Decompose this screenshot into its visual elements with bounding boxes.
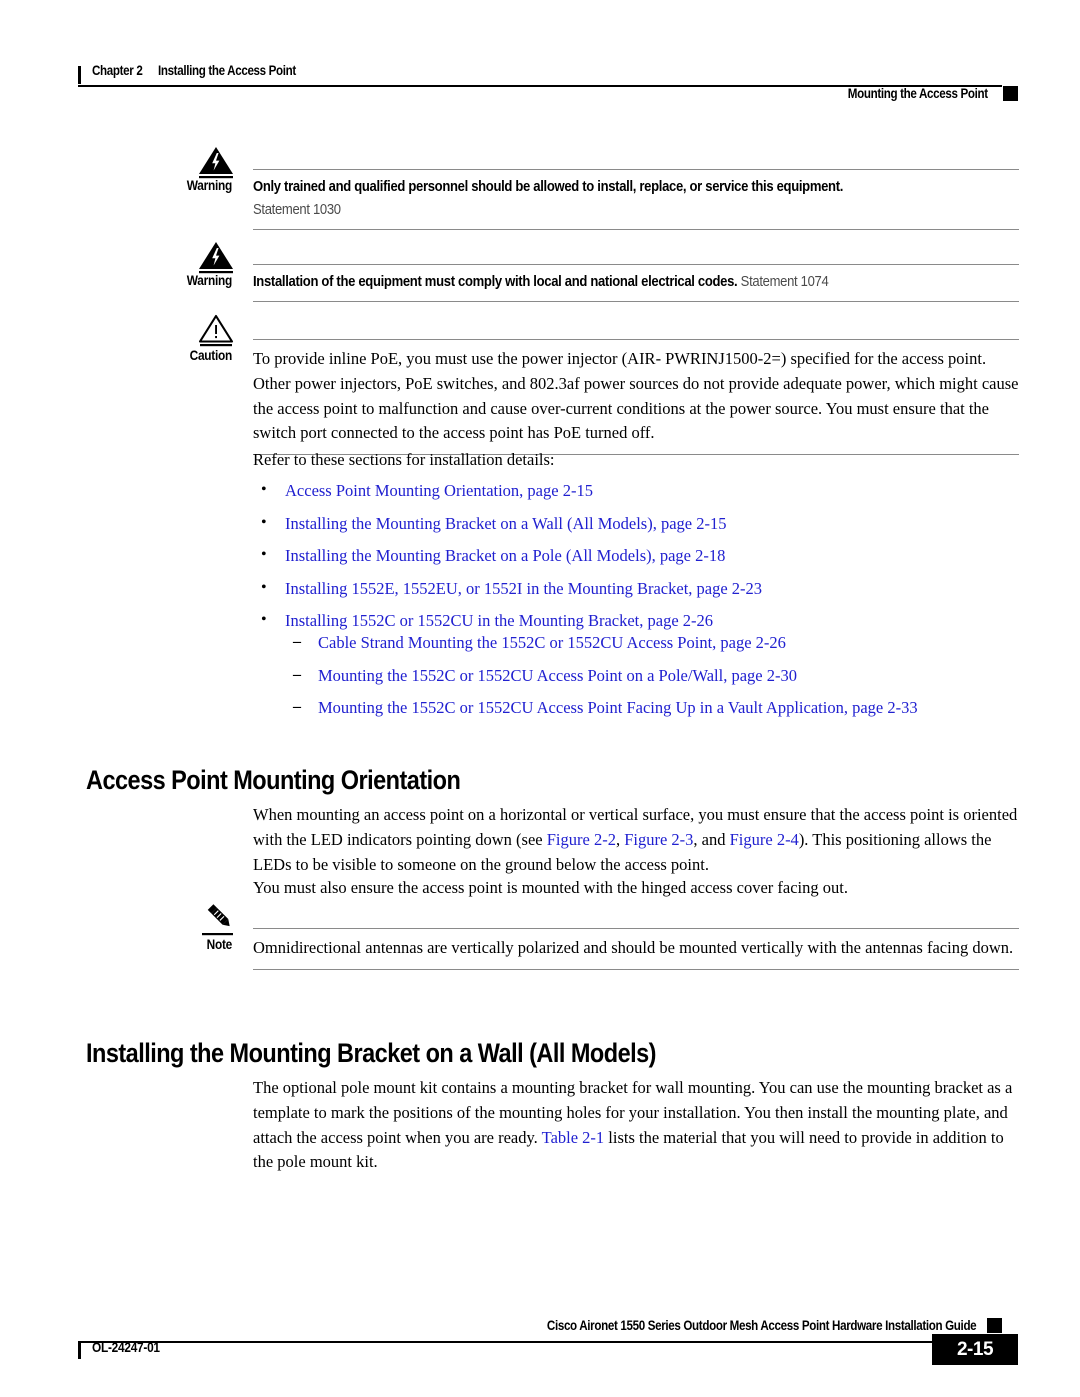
caution-body: To provide inline PoE, you must use the … xyxy=(253,339,1019,456)
rule-bottom xyxy=(253,301,1019,302)
rule-bottom xyxy=(253,229,1019,230)
list-item[interactable]: Cable Strand Mounting the 1552C or 1552C… xyxy=(286,631,1026,654)
figure-2-3-link[interactable]: Figure 2-3 xyxy=(624,830,693,849)
para-text-b: , xyxy=(615,829,625,849)
header-chapter-breadcrumb: Chapter 2 Installing the Access Point xyxy=(92,63,296,78)
header-chapter-title: Installing the Access Point xyxy=(157,63,296,78)
header-left-marker xyxy=(78,66,81,84)
note-label: Note xyxy=(206,937,233,952)
section1-paragraph-2: You must also ensure the access point is… xyxy=(253,878,848,897)
warning-statement-1: Statement 1030 xyxy=(253,202,341,218)
caution-exclamation-triangle-icon xyxy=(196,313,236,347)
warning-label-1: Warning xyxy=(186,178,233,193)
section1-paragraph-1: When mounting an access point on a horiz… xyxy=(253,803,1021,877)
list-item[interactable]: Installing 1552C or 1552CU in the Mounti… xyxy=(253,609,1023,632)
footer-page-number: 2-15 xyxy=(932,1334,1018,1365)
warning-text-1: Only trained and qualified personnel sho… xyxy=(253,179,844,195)
document-page: Chapter 2 Installing the Access Point Mou… xyxy=(0,0,1080,1397)
warning-lightning-triangle-icon xyxy=(196,240,236,274)
warning-text-wrap-2: Installation of the equipment must compl… xyxy=(253,265,1019,301)
footer-tab-marker xyxy=(987,1318,1002,1333)
warning-body-1: Only trained and qualified personnel sho… xyxy=(253,169,1019,230)
warning-text-wrap-1: Only trained and qualified personnel sho… xyxy=(253,170,1019,229)
list-item[interactable]: Access Point Mounting Orientation, page … xyxy=(253,479,1023,502)
warning-body-2: Installation of the equipment must compl… xyxy=(253,264,1019,302)
header-running-head: Mounting the Access Point xyxy=(848,86,988,101)
caution-label: Caution xyxy=(189,348,233,363)
footer-guide-title: Cisco Aironet 1550 Series Outdoor Mesh A… xyxy=(546,1318,977,1333)
footer-rule xyxy=(78,1341,1002,1343)
installation-details-lead-in: Refer to these sections for installation… xyxy=(253,450,555,469)
note-text: Omnidirectional antennas are vertically … xyxy=(253,938,1014,957)
warning-label-2: Warning xyxy=(186,273,233,288)
section-links-list: Access Point Mounting Orientation, page … xyxy=(253,479,1023,643)
figure-2-4-link[interactable]: Figure 2-4 xyxy=(730,830,799,849)
para-text-c: , and xyxy=(693,829,730,849)
note-body: Omnidirectional antennas are vertically … xyxy=(253,928,1019,970)
header-tab-marker xyxy=(1003,86,1018,101)
section-sublinks-list: Cable Strand Mounting the 1552C or 1552C… xyxy=(286,631,1026,730)
figure-2-2-link[interactable]: Figure 2-2 xyxy=(547,830,616,849)
list-item[interactable]: Installing 1552E, 1552EU, or 1552I in th… xyxy=(253,577,1023,600)
warning-lightning-triangle-icon xyxy=(196,145,236,179)
table-2-1-link[interactable]: Table 2-1 xyxy=(542,1128,605,1147)
warning-statement-2: Statement 1074 xyxy=(740,274,829,290)
header-chapter-number: Chapter 2 xyxy=(92,63,143,78)
footer-left-marker xyxy=(78,1341,81,1359)
note-pencil-icon xyxy=(198,903,238,937)
rule-bottom xyxy=(253,968,1019,970)
list-item[interactable]: Installing the Mounting Bracket on a Wal… xyxy=(253,512,1023,535)
list-item[interactable]: Installing the Mounting Bracket on a Pol… xyxy=(253,544,1023,567)
warning-text-2-main: Installation of the equipment must compl… xyxy=(253,274,738,290)
page-title: Access Point Mounting Orientation xyxy=(86,765,461,795)
page-header: Chapter 2 Installing the Access Point Mou… xyxy=(0,30,1080,101)
page-title: Installing the Mounting Bracket on a Wal… xyxy=(86,1038,656,1068)
warning-text-2: Installation of the equipment must compl… xyxy=(253,272,1019,293)
section2-paragraph-1: The optional pole mount kit contains a m… xyxy=(253,1076,1021,1175)
caution-text: To provide inline PoE, you must use the … xyxy=(253,349,1019,443)
list-item[interactable]: Mounting the 1552C or 1552CU Access Poin… xyxy=(286,696,1026,719)
footer-document-id: OL-24247-01 xyxy=(92,1340,160,1355)
list-item[interactable]: Mounting the 1552C or 1552CU Access Poin… xyxy=(286,664,1026,687)
